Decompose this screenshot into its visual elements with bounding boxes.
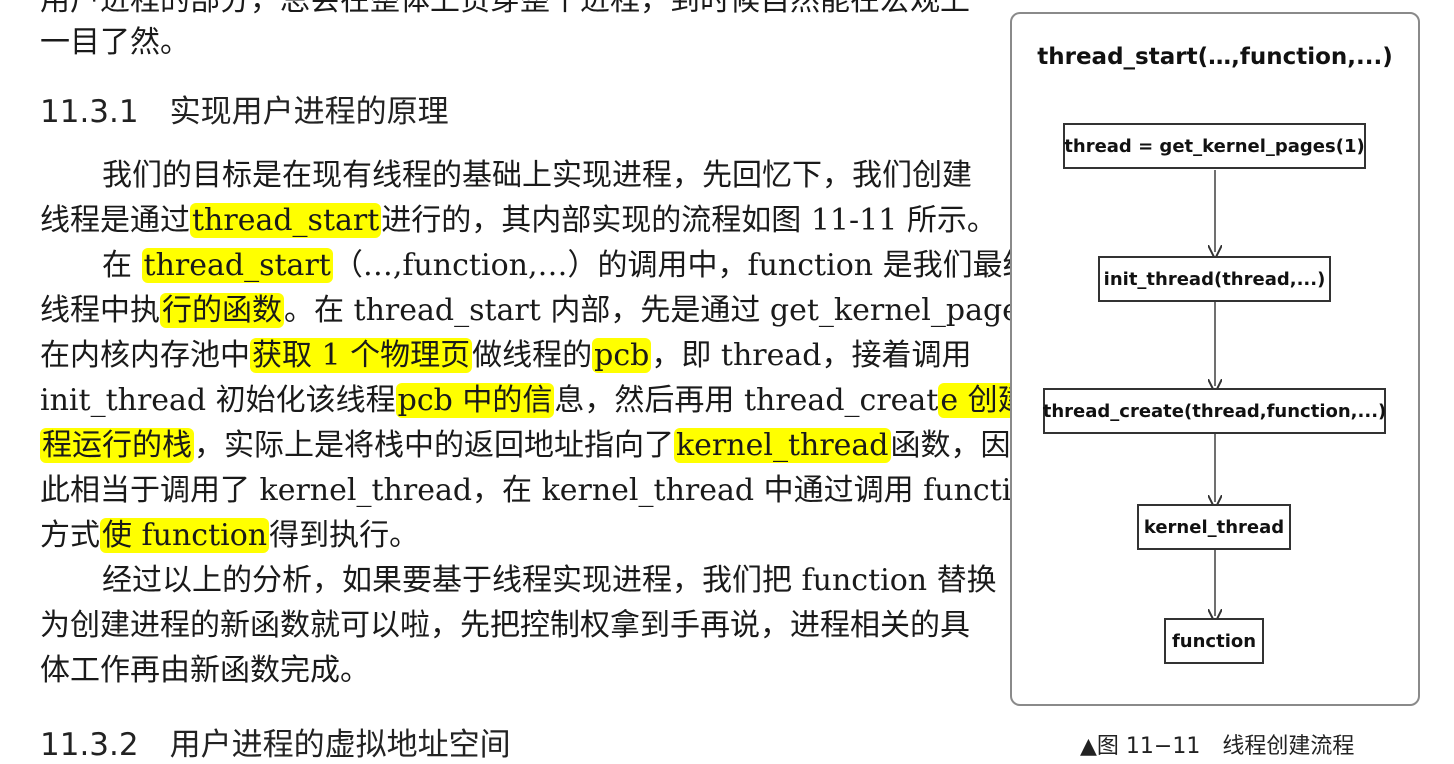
text-span: 用户进程的部分，总会在整体上贯穿整个进程，到时候自然能在宏观上 bbox=[40, 0, 970, 18]
paragraph-line: 在内核内存池中获取 1 个物理页做线程的pcb，即 thread，接着调用 bbox=[40, 338, 972, 374]
text-span: 线程中执 bbox=[40, 293, 160, 328]
text-span: 进行的，其内部实现的流程如图 11-11 所示。 bbox=[381, 203, 997, 238]
text-span: 息，然后再用 thread_creat bbox=[554, 383, 939, 418]
text-span: （…,function,…）的调用中，function 是我们最终在 bbox=[332, 248, 1063, 283]
text-span: ，实际上是将栈中的返回地址指向了 bbox=[194, 428, 674, 463]
text-span: 得到执行。 bbox=[269, 518, 420, 553]
paragraph-line: 此相当于调用了 kernel_thread，在 kernel_thread 中通… bbox=[40, 473, 1088, 509]
flow-node-init-thread: init_thread(thread,...) bbox=[1098, 256, 1331, 302]
highlight: 行的函数 bbox=[160, 293, 284, 328]
text-span: 在内核内存池中 bbox=[40, 338, 250, 373]
text-span: 此相当于调用了 kernel_thread，在 kernel_thread 中通… bbox=[40, 473, 1089, 508]
paragraph-line: 程运行的栈，实际上是将栈中的返回地址指向了kernel_thread函数，因 bbox=[40, 428, 1011, 464]
text-span: 一目了然。 bbox=[40, 25, 190, 60]
flow-node-function: function bbox=[1164, 618, 1264, 664]
flow-node-kernel-thread: kernel_thread bbox=[1137, 504, 1291, 550]
highlight: kernel_thread bbox=[674, 428, 891, 463]
paragraph-line: 线程是通过thread_start进行的，其内部实现的流程如图 11-11 所示… bbox=[40, 203, 997, 239]
highlight: pcb bbox=[592, 338, 652, 373]
paragraph-line: 我们的目标是在现有线程的基础上实现进程，先回忆下，我们创建 bbox=[40, 158, 972, 194]
flow-node-thread-create: thread_create(thread,function,...) bbox=[1043, 388, 1386, 434]
paragraph-line: 体工作再由新函数完成。 bbox=[40, 653, 370, 689]
highlight: 程运行的栈 bbox=[40, 428, 194, 463]
text-span: 体工作再由新函数完成。 bbox=[40, 653, 370, 688]
text-span: ，即 thread，接着调用 bbox=[651, 338, 972, 373]
section-heading-11-3-2: 11.3.2 用户进程的虚拟地址空间 bbox=[40, 727, 511, 763]
paragraph-line: init_thread 初始化该线程pcb 中的信息，然后再用 thread_c… bbox=[40, 383, 1060, 419]
flowchart-figure: thread_start(…,function,...) thread = ge… bbox=[1010, 12, 1420, 706]
paragraph-line: 一目了然。 bbox=[40, 25, 190, 61]
highlight: thread_start bbox=[190, 203, 382, 238]
text-span: 线程是通过 bbox=[40, 203, 190, 238]
flow-arrows bbox=[1012, 170, 1422, 708]
highlight: 使 function bbox=[100, 518, 270, 553]
highlight: 获取 1 个物理页 bbox=[250, 338, 473, 373]
text-span: init_thread 初始化该线程 bbox=[40, 383, 396, 418]
highlight: pcb 中的信 bbox=[395, 383, 555, 418]
text-span: 我们的目标是在现有线程的基础上实现进程，先回忆下，我们创建 bbox=[102, 158, 972, 193]
text-span: 在 bbox=[102, 248, 132, 283]
paragraph-line: 在 thread_start（…,function,…）的调用中，functio… bbox=[40, 248, 1063, 284]
text-span: 为创建进程的新函数就可以啦，先把控制权拿到手再说，进程相关的具 bbox=[40, 608, 970, 643]
paragraph-line: 用户进程的部分，总会在整体上贯穿整个进程，到时候自然能在宏观上 bbox=[40, 0, 970, 19]
highlight: thread_start bbox=[141, 248, 333, 283]
figure-caption: ▲图 11−11 线程创建流程 bbox=[1080, 734, 1355, 759]
text-span: 。在 thread_start 内部，先是通过 get_kernel_pages… bbox=[284, 293, 1078, 328]
paragraph-line: 线程中执行的函数。在 thread_start 内部，先是通过 get_kern… bbox=[40, 293, 1078, 329]
section-heading-11-3-1: 11.3.1 实现用户进程的原理 bbox=[40, 94, 449, 130]
text-span: 经过以上的分析，如果要基于线程实现进程，我们把 function 替换 bbox=[102, 563, 997, 598]
text-span: 做线程的 bbox=[472, 338, 593, 373]
text-span: 函数，因 bbox=[890, 428, 1011, 463]
paragraph-line: 为创建进程的新函数就可以啦，先把控制权拿到手再说，进程相关的具 bbox=[40, 608, 970, 644]
paragraph-line: 方式使 function得到执行。 bbox=[40, 518, 419, 554]
flow-node-get-kernel-pages: thread = get_kernel_pages(1) bbox=[1063, 123, 1366, 169]
text-span: 方式 bbox=[40, 518, 100, 553]
paragraph-line: 经过以上的分析，如果要基于线程实现进程，我们把 function 替换 bbox=[40, 563, 997, 599]
